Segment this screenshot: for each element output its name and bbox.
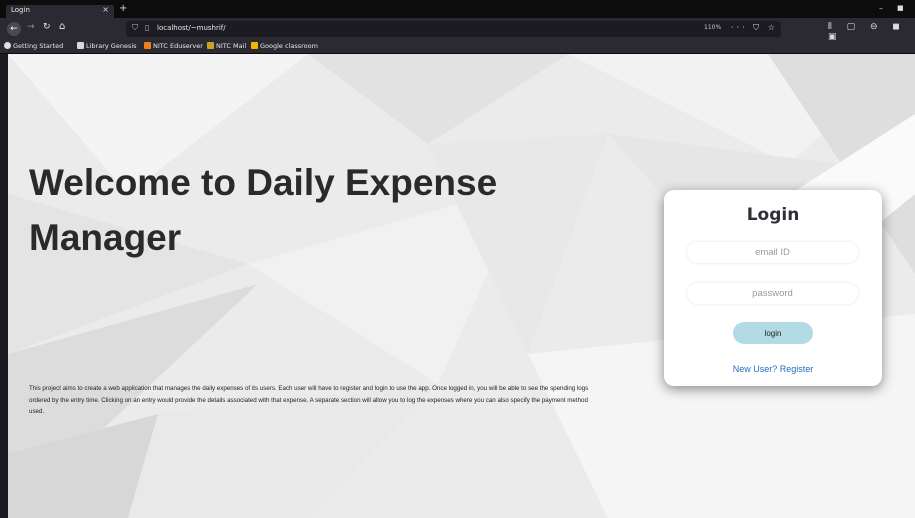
- new-tab-icon[interactable]: +: [119, 3, 127, 14]
- bookmark-google-classroom[interactable]: Google classroom: [251, 42, 318, 50]
- minimize-icon[interactable]: –: [879, 4, 883, 13]
- moodle-icon: [144, 42, 151, 49]
- register-link[interactable]: New User? Register: [664, 364, 882, 374]
- bookmark-label: Google classroom: [260, 42, 318, 50]
- close-tab-icon[interactable]: ×: [102, 5, 109, 14]
- toolbar-extension-icons[interactable]: ⫴ ▢ ⊖ ◼ ▣: [828, 22, 915, 42]
- forward-arrow-icon[interactable]: →: [27, 22, 35, 32]
- tab-login[interactable]: Login ×: [6, 5, 114, 18]
- back-arrow-icon[interactable]: ←: [7, 22, 21, 36]
- classroom-icon: [251, 42, 258, 49]
- page-viewport: Welcome to Daily Expense Manager This pr…: [8, 54, 915, 518]
- login-heading: Login: [746, 205, 800, 225]
- login-button[interactable]: login: [733, 322, 813, 344]
- home-icon[interactable]: ⌂: [59, 21, 65, 32]
- password-field[interactable]: [687, 283, 858, 304]
- reload-icon[interactable]: ↻: [43, 22, 51, 32]
- library-icon: [77, 42, 84, 49]
- bookmark-nitc-eduserver[interactable]: NITC Eduserver: [144, 42, 203, 50]
- bookmark-label: NITC Eduserver: [153, 42, 203, 50]
- project-description: This project aims to create a web applic…: [29, 385, 589, 415]
- bookmark-label: NITC Mail: [216, 42, 247, 50]
- bookmarks-toolbar: Getting Started Library Genesis NITC Edu…: [0, 40, 915, 54]
- mail-icon: [207, 42, 214, 49]
- maximize-icon[interactable]: ■: [897, 4, 904, 12]
- tracking-shield-icon[interactable]: ⛉: [132, 23, 138, 33]
- zoom-level[interactable]: 110%: [704, 24, 721, 31]
- firefox-icon: [4, 42, 11, 49]
- tab-strip: Login × + – ■: [0, 0, 915, 18]
- bookmark-label: Library Genesis: [86, 42, 137, 50]
- browser-window: Login × + – ■ ← → ↻ ⌂ ⛉ ▯ localhost/~mus…: [0, 0, 915, 518]
- login-card: Login login New User? Register: [664, 190, 882, 386]
- bookmark-getting-started[interactable]: Getting Started: [4, 42, 63, 50]
- email-field[interactable]: [687, 242, 858, 263]
- url-text[interactable]: localhost/~mushrif/: [157, 24, 226, 32]
- url-bar[interactable]: ⛉ ▯ localhost/~mushrif/ 110% ··· ⛉ ☆: [126, 21, 781, 37]
- tab-title: Login: [11, 6, 30, 14]
- page-info-icon[interactable]: ▯: [145, 23, 149, 32]
- bookmark-nitc-mail[interactable]: NITC Mail: [207, 42, 246, 50]
- bookmark-label: Getting Started: [13, 42, 64, 50]
- page-actions-icons[interactable]: ··· ⛉ ☆: [731, 23, 778, 33]
- navigation-toolbar: ← → ↻ ⌂ ⛉ ▯ localhost/~mushrif/ 110% ···…: [0, 18, 915, 42]
- page-headline: Welcome to Daily Expense Manager: [29, 162, 498, 258]
- bookmark-library-genesis[interactable]: Library Genesis: [77, 42, 137, 50]
